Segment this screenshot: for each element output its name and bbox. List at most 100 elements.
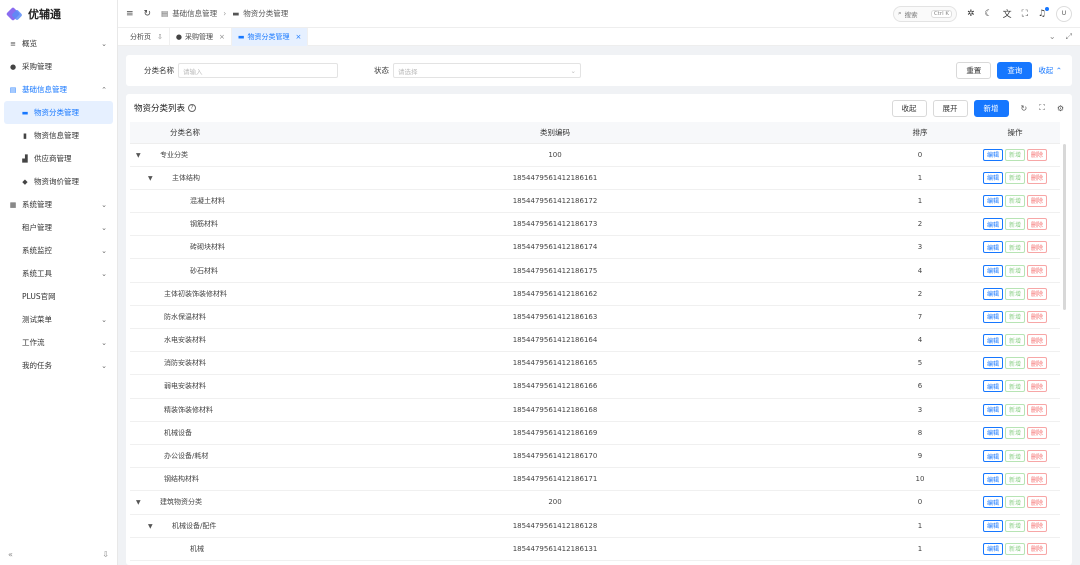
add-child-button[interactable]: 新增	[1004, 426, 1025, 439]
fullscreen-icon[interactable]: ⛶	[1022, 9, 1028, 19]
delete-button[interactable]: 删除	[1027, 380, 1048, 393]
add-child-button[interactable]: 新增	[1004, 241, 1025, 254]
expand-caret-icon[interactable]: ▼	[148, 523, 158, 530]
collapse-filter-link[interactable]: 收起 ⌃	[1038, 65, 1062, 76]
sidebar-item[interactable]: 租户管理 ⌄	[0, 216, 117, 239]
add-child-button[interactable]: 新增	[1004, 171, 1025, 184]
delete-button[interactable]: 删除	[1027, 357, 1048, 370]
delete-button[interactable]: 删除	[1027, 473, 1048, 486]
expand-caret-icon[interactable]: ▼	[136, 152, 146, 159]
delete-button[interactable]: 删除	[1027, 519, 1048, 532]
add-child-button[interactable]: 新增	[1004, 148, 1025, 161]
edit-button[interactable]: 编辑	[982, 403, 1003, 416]
settings-icon[interactable]: ✲	[967, 9, 975, 19]
tab[interactable]: ● 采购管理 ×	[170, 27, 232, 46]
refresh-icon[interactable]: ↻	[144, 9, 152, 19]
sidebar-item[interactable]: ▟ 供应商管理	[0, 147, 117, 170]
delete-button[interactable]: 删除	[1027, 241, 1048, 254]
edit-button[interactable]: 编辑	[982, 310, 1003, 323]
edit-button[interactable]: 编辑	[982, 264, 1003, 277]
add-child-button[interactable]: 新增	[1004, 496, 1025, 509]
edit-button[interactable]: 编辑	[982, 542, 1003, 555]
sidebar-item[interactable]: 我的任务 ⌄	[0, 354, 117, 377]
add-child-button[interactable]: 新增	[1004, 450, 1025, 463]
sidebar-item[interactable]: ◆ 物资询价管理	[0, 170, 117, 193]
edit-button[interactable]: 编辑	[982, 148, 1003, 161]
app-logo[interactable]: 优辅通	[0, 0, 117, 28]
add-category-button[interactable]: 新增	[973, 99, 1009, 117]
sidebar-item[interactable]: 测试菜单 ⌄	[0, 308, 117, 331]
edit-button[interactable]: 编辑	[982, 357, 1003, 370]
collapse-sidebar-icon[interactable]: «	[8, 550, 13, 559]
sidebar-item[interactable]: ▮ 物资信息管理	[0, 124, 117, 147]
sidebar-item[interactable]: 系统工具 ⌄	[0, 262, 117, 285]
tab[interactable]: 分析页 ⇩	[124, 27, 170, 46]
edit-button[interactable]: 编辑	[982, 287, 1003, 300]
add-child-button[interactable]: 新增	[1004, 357, 1025, 370]
add-child-button[interactable]: 新增	[1004, 334, 1025, 347]
collapse-all-button[interactable]: 收起	[891, 99, 927, 117]
sidebar-item[interactable]: ● 采购管理	[0, 55, 117, 78]
edit-button[interactable]: 编辑	[982, 194, 1003, 207]
edit-button[interactable]: 编辑	[982, 334, 1003, 347]
help-icon[interactable]: ?	[188, 104, 197, 112]
expand-caret-icon[interactable]: ▼	[136, 499, 146, 506]
delete-button[interactable]: 删除	[1027, 334, 1048, 347]
delete-button[interactable]: 删除	[1027, 310, 1048, 323]
fullscreen-table-icon[interactable]: ⛶	[1039, 103, 1045, 113]
global-search[interactable]: ⌕ 搜索 Ctrl K	[892, 5, 957, 22]
name-filter-input[interactable]: 请输入	[178, 63, 338, 78]
sidebar-item[interactable]: 系统监控 ⌄	[0, 239, 117, 262]
edit-button[interactable]: 编辑	[982, 450, 1003, 463]
delete-button[interactable]: 删除	[1027, 496, 1048, 509]
dark-mode-icon[interactable]: ☾	[985, 9, 993, 19]
delete-button[interactable]: 删除	[1027, 287, 1048, 300]
delete-button[interactable]: 删除	[1027, 148, 1048, 161]
close-tab-icon[interactable]: ×	[295, 33, 301, 41]
add-child-button[interactable]: 新增	[1004, 473, 1025, 486]
delete-button[interactable]: 删除	[1027, 194, 1048, 207]
edit-button[interactable]: 编辑	[982, 171, 1003, 184]
add-child-button[interactable]: 新增	[1004, 218, 1025, 231]
tab[interactable]: ▬ 物资分类管理 ×	[231, 27, 309, 46]
expand-all-button[interactable]: 展开	[932, 99, 968, 117]
tab-maximize-icon[interactable]: ⤢	[1066, 32, 1072, 42]
sidebar-item[interactable]: ≡ 概览 ⌄	[0, 32, 117, 55]
menu-toggle-icon[interactable]: ≡	[126, 9, 134, 19]
delete-button[interactable]: 删除	[1027, 218, 1048, 231]
edit-button[interactable]: 编辑	[982, 241, 1003, 254]
edit-button[interactable]: 编辑	[982, 218, 1003, 231]
add-child-button[interactable]: 新增	[1004, 380, 1025, 393]
delete-button[interactable]: 删除	[1027, 542, 1048, 555]
sidebar-item[interactable]: 工作流 ⌄	[0, 331, 117, 354]
breadcrumb-item[interactable]: 基础信息管理	[172, 8, 217, 19]
avatar[interactable]: U	[1056, 5, 1072, 22]
pin-tab-icon[interactable]: ⇩	[157, 33, 163, 41]
translate-icon[interactable]: 文	[1003, 7, 1012, 20]
add-child-button[interactable]: 新增	[1004, 264, 1025, 277]
refresh-table-icon[interactable]: ↻	[1021, 104, 1028, 113]
edit-button[interactable]: 编辑	[982, 519, 1003, 532]
sidebar-item[interactable]: ▤ 基础信息管理 ⌃	[0, 78, 117, 101]
table-scrollbar[interactable]	[1063, 144, 1066, 310]
query-button[interactable]: 查询	[997, 62, 1033, 79]
add-child-button[interactable]: 新增	[1004, 287, 1025, 300]
sidebar-item[interactable]: PLUS官网	[0, 285, 117, 308]
edit-button[interactable]: 编辑	[982, 473, 1003, 486]
add-child-button[interactable]: 新增	[1004, 310, 1025, 323]
add-child-button[interactable]: 新增	[1004, 194, 1025, 207]
add-child-button[interactable]: 新增	[1004, 542, 1025, 555]
edit-button[interactable]: 编辑	[982, 380, 1003, 393]
delete-button[interactable]: 删除	[1027, 450, 1048, 463]
edit-button[interactable]: 编辑	[982, 426, 1003, 439]
status-filter-select[interactable]: 请选择 ⌄	[393, 63, 581, 78]
column-settings-icon[interactable]: ⚙	[1057, 104, 1064, 113]
delete-button[interactable]: 删除	[1027, 426, 1048, 439]
sidebar-item[interactable]: ▦ 系统管理 ⌄	[0, 193, 117, 216]
add-child-button[interactable]: 新增	[1004, 519, 1025, 532]
expand-caret-icon[interactable]: ▼	[148, 175, 158, 182]
add-child-button[interactable]: 新增	[1004, 403, 1025, 416]
delete-button[interactable]: 删除	[1027, 264, 1048, 277]
sidebar-item[interactable]: ▬ 物资分类管理	[4, 101, 113, 124]
breadcrumb-item[interactable]: 物资分类管理	[243, 8, 288, 19]
